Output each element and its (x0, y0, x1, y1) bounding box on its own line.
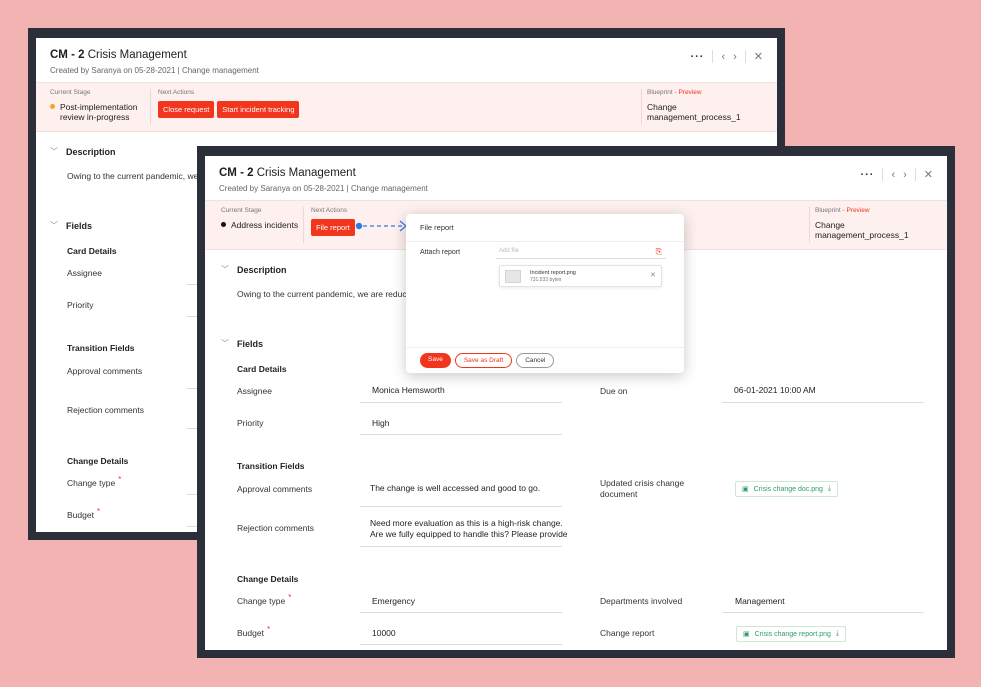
blueprint-preview-link[interactable]: - Preview (674, 89, 701, 96)
blueprint-label: Blueprint (815, 207, 841, 214)
priority-value[interactable]: High (372, 418, 389, 428)
blueprint-label: Blueprint (647, 89, 673, 96)
updated-crisis-doc-label: Updated crisis change document (600, 478, 685, 499)
download-icon[interactable]: ⤓ (836, 630, 839, 638)
attached-file-name: Incident report.png (530, 270, 576, 276)
modal-title: File report (406, 214, 684, 242)
due-on-label: Due on (600, 386, 628, 396)
change-details-heading: Change Details (67, 456, 129, 466)
blueprint-value: Change management_process_1 (647, 102, 741, 122)
more-icon[interactable]: ··· (690, 51, 704, 63)
departments-involved-label: Departments involved (600, 596, 683, 606)
close-icon[interactable]: ✕ (754, 50, 763, 63)
stage-dot-icon (221, 222, 226, 227)
add-file-input[interactable]: Add file ⎘ (496, 245, 666, 259)
back-stage-bar: Current Stage Post-implementation review… (36, 82, 777, 132)
card-details-heading: Card Details (237, 364, 287, 374)
file-report-modal: File report Attach report Add file ⎘ Inc… (406, 214, 684, 373)
current-stage-value: Address incidents (231, 220, 299, 230)
front-window-controls: ··· ‹ › ✕ (860, 168, 933, 181)
budget-value[interactable]: 10000 (372, 628, 396, 638)
budget-label: Budget * (67, 507, 101, 520)
change-report-label: Change report (600, 628, 655, 638)
blueprint-preview-link[interactable]: - Preview (842, 207, 869, 214)
chevron-down-icon: ﹀ (221, 339, 229, 348)
fields-heading[interactable]: ﹀ Fields (50, 220, 92, 231)
transition-fields-heading: Transition Fields (67, 343, 135, 353)
download-icon[interactable]: ⤓ (828, 485, 831, 493)
change-details-heading: Change Details (237, 574, 299, 584)
departments-involved-value[interactable]: Management (735, 596, 785, 606)
image-file-icon: ▣ (743, 631, 750, 638)
approval-comments-label: Approval comments (67, 366, 143, 376)
modal-footer: Save Save as Draft Cancel (406, 347, 684, 373)
rejection-comments-label: Rejection comments (67, 405, 145, 415)
attached-file-card: Incident report.png 731.533 bytes ✕ (499, 265, 662, 287)
description-text: Owing to the current pandemic, we are re… (237, 289, 423, 299)
chevron-left-icon[interactable]: ‹ (721, 51, 725, 63)
change-type-label: Change type * (67, 475, 122, 488)
back-subtitle: Created by Saranya on 05-28-2021 | Chang… (50, 66, 259, 75)
chevron-left-icon[interactable]: ‹ (891, 169, 895, 181)
front-title: CM - 2 Crisis Management (219, 167, 356, 179)
rejection-comments-label: Rejection comments (237, 523, 315, 533)
next-actions-label: Next Actions (158, 89, 195, 96)
save-as-draft-button[interactable]: Save as Draft (454, 353, 513, 368)
card-details-heading: Card Details (67, 246, 117, 256)
more-icon[interactable]: ··· (860, 169, 874, 181)
chevron-down-icon: ﹀ (50, 221, 58, 230)
back-window-controls: ··· ‹ › ✕ (690, 50, 763, 63)
transition-fields-heading: Transition Fields (237, 461, 305, 471)
description-heading[interactable]: ﹀ Description (50, 146, 116, 157)
budget-label: Budget * (237, 625, 271, 638)
attach-report-label: Attach report (420, 249, 461, 256)
priority-label: Priority (237, 418, 264, 428)
due-on-value[interactable]: 06-01-2021 10:00 AM (734, 385, 816, 395)
back-title: CM - 2 Crisis Management (50, 49, 187, 61)
chevron-down-icon: ﹀ (50, 147, 58, 156)
fields-heading[interactable]: ﹀ Fields (221, 338, 263, 349)
current-stage-value: Post-implementation review in-progress (60, 102, 138, 122)
front-header: CM - 2 Crisis Management Created by Sara… (205, 156, 947, 200)
image-file-icon: ▣ (742, 486, 749, 493)
assignee-value[interactable]: Monica Hemsworth (372, 385, 445, 395)
stage-dot-icon (50, 104, 55, 109)
assignee-label: Assignee (67, 268, 102, 278)
attached-file-size: 731.533 bytes (530, 277, 562, 283)
next-actions-label: Next Actions (311, 207, 348, 214)
save-button[interactable]: Save (420, 353, 451, 368)
assignee-label: Assignee (237, 386, 272, 396)
file-thumbnail-icon (505, 270, 521, 283)
current-stage-label: Current Stage (50, 89, 91, 96)
chevron-down-icon: ﹀ (221, 265, 229, 274)
close-request-button[interactable]: Close request (158, 101, 215, 118)
description-text: Owing to the current pandemic, we are (67, 171, 213, 181)
paperclip-icon[interactable]: ⎘ (656, 247, 662, 257)
remove-file-icon[interactable]: ✕ (650, 271, 656, 279)
close-icon[interactable]: ✕ (924, 168, 933, 181)
chevron-right-icon[interactable]: › (903, 169, 907, 181)
blueprint-value: Change management_process_1 (815, 220, 909, 240)
approval-comments-label: Approval comments (237, 484, 313, 494)
crisis-change-doc-chip[interactable]: ▣ Crisis change doc.png ⤓ (735, 481, 838, 497)
change-type-value[interactable]: Emergency (372, 596, 415, 606)
current-stage-label: Current Stage (221, 207, 262, 214)
change-report-chip[interactable]: ▣ Crisis change report.png ⤓ (736, 626, 846, 642)
rejection-comments-value[interactable]: Need more evaluation as this is a high-r… (370, 518, 568, 540)
front-subtitle: Created by Saranya on 05-28-2021 | Chang… (219, 184, 428, 193)
change-type-label: Change type * (237, 593, 292, 606)
file-report-button[interactable]: File report (311, 219, 355, 236)
priority-label: Priority (67, 300, 94, 310)
cancel-button[interactable]: Cancel (516, 353, 555, 368)
chevron-right-icon[interactable]: › (733, 51, 737, 63)
connector-arrow-icon (355, 220, 407, 232)
back-header: CM - 2 Crisis Management Created by Sara… (36, 38, 777, 82)
start-incident-tracking-button[interactable]: Start incident tracking (217, 101, 300, 118)
description-heading[interactable]: ﹀ Description (221, 264, 287, 275)
approval-comments-value[interactable]: The change is well accessed and good to … (370, 483, 540, 493)
